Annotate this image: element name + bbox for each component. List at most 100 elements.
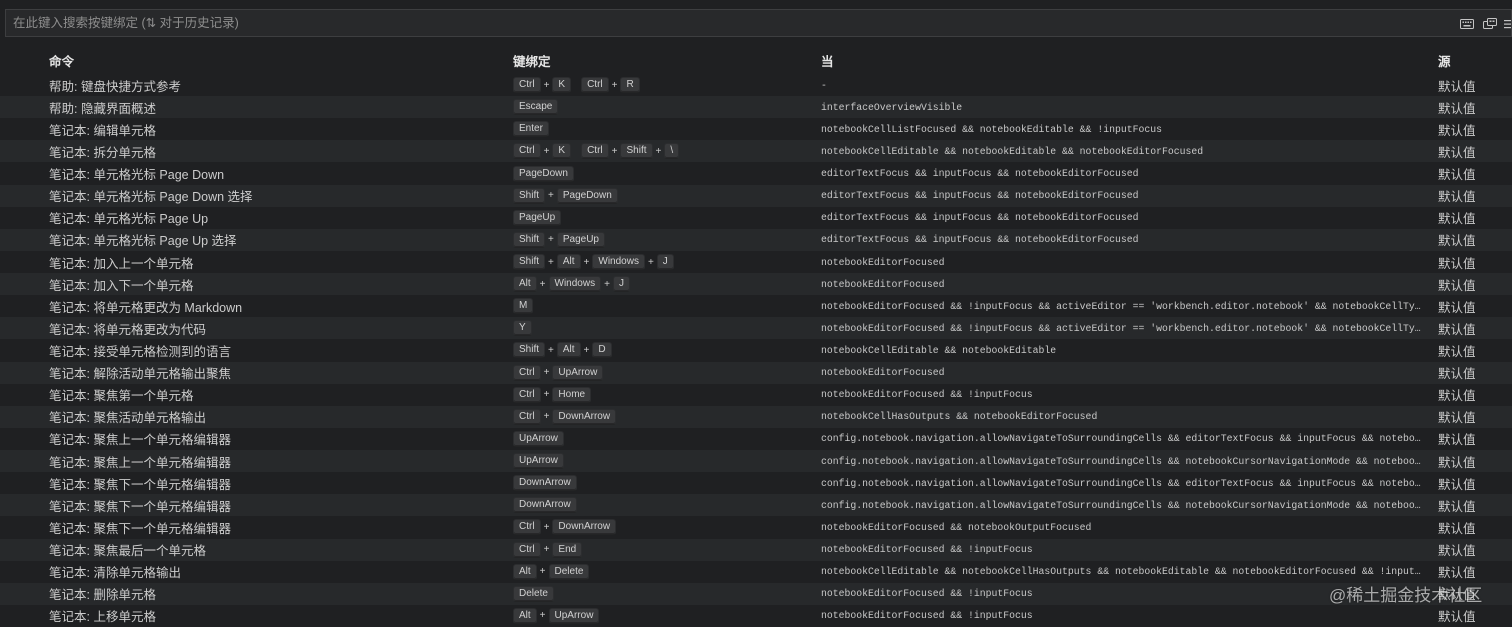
keycap: DownArrow	[552, 408, 617, 425]
command-cell: 帮助: 隐藏界面概述	[49, 101, 156, 116]
keycap: Y	[513, 320, 532, 337]
table-row[interactable]: 笔记本: 聚焦下一个单元格编辑器 Ctrl + DownArrow notebookEd…	[0, 516, 1512, 538]
when-cell: config.notebook.navigation.allowNavigate…	[821, 433, 1421, 445]
source-cell: 默认值	[1438, 411, 1476, 426]
keybinding-cell: M	[513, 295, 813, 317]
source-cell: 默认值	[1438, 344, 1476, 359]
search-input[interactable]	[6, 10, 1446, 36]
keybinding-cell: PageUp	[513, 207, 813, 229]
list-icon[interactable]	[1503, 17, 1511, 29]
keybinding-cell: Ctrl + K Ctrl + R	[513, 74, 813, 96]
keycap: K	[552, 143, 572, 160]
table-row[interactable]: 笔记本: 加入上一个单元格 Shift + Alt + Windows + Jnotebook…	[0, 251, 1512, 273]
sort-precedence-icon[interactable]	[1483, 17, 1497, 29]
key-chord: Alt + UpArrow	[513, 607, 600, 624]
key-chord: Enter	[513, 121, 549, 138]
when-cell: notebookCellHasOutputs && notebookEditor…	[821, 411, 1098, 423]
keycap: Shift	[513, 187, 546, 204]
command-cell: 笔记本: 聚焦上一个单元格编辑器	[49, 433, 231, 448]
table-row[interactable]: 笔记本: 聚焦上一个单元格编辑器 UpArrow config.notebook.n…	[0, 428, 1512, 450]
when-cell: notebookCellEditable && notebookEditable…	[821, 145, 1204, 157]
key-chord: Alt + Delete	[513, 563, 590, 580]
key-separator: +	[543, 411, 550, 423]
command-cell: 笔记本: 聚焦上一个单元格编辑器	[49, 455, 231, 470]
table-row[interactable]: 笔记本: 将单元格更改为代码 YnotebookEditorFocused && …	[0, 317, 1512, 340]
table-row[interactable]: 笔记本: 编辑单元格 Enter notebookCellListFocused &…	[0, 118, 1512, 140]
table-row[interactable]: 笔记本: 上移单元格 Alt + UpArrow notebookEditorFocus…	[0, 605, 1512, 627]
table-row[interactable]: 帮助: 键盘快捷方式参考 Ctrl + K Ctrl + R - 默认值	[0, 74, 1512, 96]
keycap: Windows	[548, 276, 602, 293]
source-cell: 默认值	[1438, 389, 1476, 404]
keycap: Shift	[513, 342, 546, 359]
source-cell: 默认值	[1438, 123, 1476, 138]
key-chord: UpArrow	[513, 430, 564, 447]
command-cell: 笔记本: 聚焦第一个单元格	[49, 389, 194, 404]
table-row[interactable]: 笔记本: 单元格光标 Page Down PageDown editorTextFo…	[0, 162, 1512, 184]
when-cell: notebookCellEditable && notebookCellHasO…	[821, 566, 1421, 578]
table-row[interactable]: 笔记本: 删除单元格 Delete notebookEditorFocused &&…	[0, 582, 1512, 605]
table-row[interactable]: 笔记本: 加入下一个单元格 Alt + Windows + JnotebookEditor…	[0, 273, 1512, 296]
key-separator: +	[647, 256, 654, 268]
key-chord: Shift + Alt + Windows + J	[513, 254, 674, 270]
command-cell: 笔记本: 上移单元格	[49, 610, 156, 625]
keycap: Home	[552, 386, 592, 403]
header-when: 当	[821, 54, 834, 69]
keybinding-cell: PageDown	[513, 162, 813, 184]
key-separator: +	[543, 145, 550, 157]
table-row[interactable]: 笔记本: 清除单元格输出 Alt + Delete notebookCellEditab…	[0, 561, 1512, 583]
table-row[interactable]: 笔记本: 聚焦第一个单元格 Ctrl + Home notebookEditorFocu…	[0, 384, 1512, 406]
keybinding-cell: DownArrow	[513, 494, 813, 516]
table-row[interactable]: 笔记本: 将单元格更改为 Markdown MnotebookEditorFocu…	[0, 295, 1512, 317]
key-separator: +	[539, 278, 546, 290]
keycap: Ctrl	[581, 77, 609, 94]
source-cell: 默认值	[1438, 433, 1476, 448]
table-row[interactable]: 笔记本: 聚焦上一个单元格编辑器 UpArrow config.notebook.n…	[0, 450, 1512, 473]
key-chord: Ctrl + End	[513, 541, 583, 558]
keybinding-cell: Y	[513, 317, 813, 339]
when-cell: notebookEditorFocused	[821, 367, 945, 379]
keycap: Ctrl	[513, 519, 541, 536]
key-chord: Shift + PageDown	[513, 187, 618, 204]
keycap: Delete	[548, 563, 590, 580]
source-cell: 默认值	[1438, 79, 1476, 94]
table-row[interactable]: 笔记本: 聚焦下一个单元格编辑器 DownArrow config.notebook…	[0, 472, 1512, 494]
table-row[interactable]: 笔记本: 解除活动单元格输出聚焦 Ctrl + UpArrow notebookEdit…	[0, 361, 1512, 384]
key-separator: +	[583, 256, 590, 268]
keybinding-cell: Shift + PageUp	[513, 229, 813, 251]
table-row[interactable]: 笔记本: 接受单元格检测到的语言 Shift + Alt + DnotebookCellE…	[0, 339, 1512, 361]
when-cell: editorTextFocus && inputFocus && noteboo…	[821, 190, 1139, 202]
key-chord: Alt + Windows + J	[513, 276, 630, 293]
keycap: R	[620, 77, 640, 94]
key-chord: Y	[513, 320, 532, 337]
command-cell: 笔记本: 加入下一个单元格	[49, 278, 194, 293]
table-row[interactable]: 笔记本: 拆分单元格 Ctrl + K Ctrl + Shift + \ notebookCell…	[0, 140, 1512, 163]
when-cell: notebookEditorFocused && !inputFocus && …	[821, 322, 1421, 334]
search-box[interactable]	[5, 9, 1512, 37]
table-row[interactable]: 笔记本: 单元格光标 Page Up 选择 Shift + PageUp editorT…	[0, 228, 1512, 251]
key-chord: DownArrow	[513, 497, 577, 514]
table-row[interactable]: 笔记本: 聚焦活动单元格输出 Ctrl + DownArrow notebookCell…	[0, 405, 1512, 428]
table-row[interactable]: 笔记本: 聚焦最后一个单元格 Ctrl + End notebookEditorFocu…	[0, 538, 1512, 561]
keycap: PageDown	[513, 165, 574, 182]
keycap: UpArrow	[513, 453, 564, 470]
table-row[interactable]: 笔记本: 单元格光标 Page Up PageUp editorTextFocus …	[0, 207, 1512, 229]
when-cell: notebookEditorFocused	[821, 256, 945, 268]
keycap: K	[552, 77, 572, 94]
keybinding-cell: Escape	[513, 96, 813, 118]
command-cell: 笔记本: 单元格光标 Page Down 选择	[49, 190, 253, 205]
source-cell: 默认值	[1438, 278, 1476, 293]
keycap: Alt	[513, 276, 537, 293]
key-chord: Shift + Alt + D	[513, 342, 612, 359]
table-row[interactable]: 笔记本: 单元格光标 Page Down 选择 Shift + PageDown edi…	[0, 184, 1512, 207]
source-cell: 默认值	[1438, 300, 1476, 315]
keyboard-icon[interactable]	[1460, 17, 1474, 29]
keycap: J	[656, 254, 674, 270]
table-row[interactable]: 笔记本: 聚焦下一个单元格编辑器 DownArrow config.notebook…	[0, 494, 1512, 517]
source-cell: 默认值	[1438, 521, 1476, 536]
key-chord: Delete	[513, 585, 554, 602]
keycap: UpArrow	[552, 364, 604, 381]
key-separator: +	[611, 145, 618, 157]
table-row[interactable]: 帮助: 隐藏界面概述 Escape interfaceOverviewVisible…	[0, 96, 1512, 119]
keycap: Shift	[513, 231, 546, 248]
keycap: Delete	[513, 585, 554, 602]
